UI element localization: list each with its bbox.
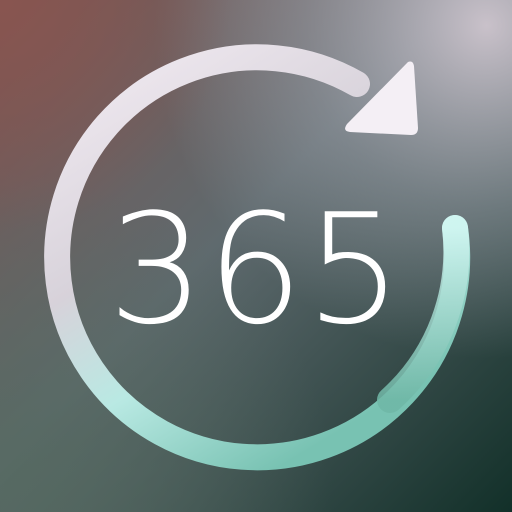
refresh-ring-graphic: 365 xyxy=(44,44,471,471)
app-icon: 365 xyxy=(0,0,512,512)
number-label: 365 xyxy=(108,181,404,358)
